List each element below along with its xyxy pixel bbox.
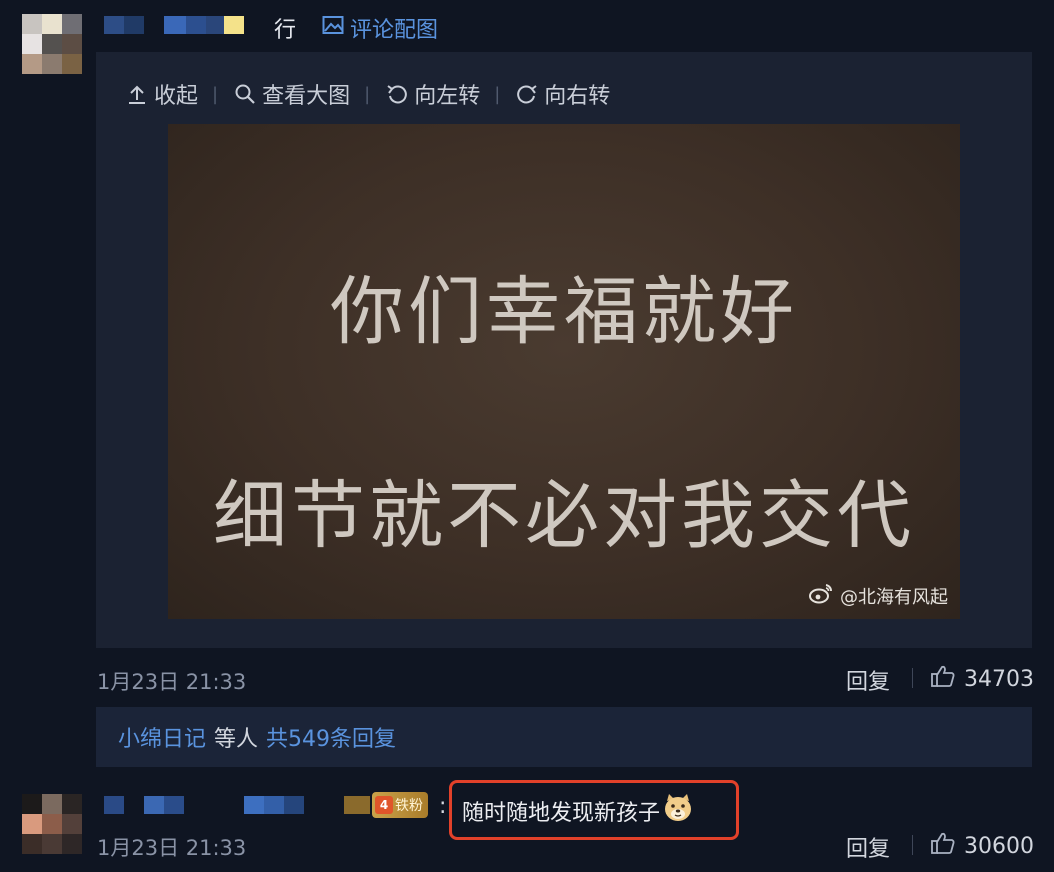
like-count: 30600	[964, 833, 1034, 859]
rotate-right-label: 向右转	[544, 84, 611, 109]
toolbar-divider: |	[212, 83, 219, 105]
fan-badge[interactable]: 4 铁粉	[372, 792, 428, 818]
fan-level-icon: 4	[375, 796, 393, 814]
rotate-left-button[interactable]: 向左转	[384, 78, 480, 110]
replies-summary[interactable]: 小绵日记 等人 共549条回复	[96, 707, 1032, 767]
toolbar-divider: |	[494, 83, 501, 105]
comment-body: 随时随地发现新孩子	[462, 801, 661, 826]
collapse-label: 收起	[154, 84, 199, 109]
reply-button[interactable]: 回复	[846, 831, 890, 863]
timestamp: 1月23日 21:33	[97, 836, 247, 860]
meme-text-line1: 你们幸福就好	[330, 269, 798, 355]
divider	[912, 668, 913, 688]
thumbs-up-icon	[930, 831, 956, 861]
view-large-button[interactable]: 查看大图	[232, 78, 350, 110]
avatar[interactable]	[22, 794, 82, 854]
like-count: 34703	[964, 666, 1034, 692]
image-link-label: 评论配图	[350, 18, 439, 43]
thumbs-up-icon	[930, 664, 956, 694]
like-button[interactable]: 30600	[930, 831, 1034, 861]
meme-text-line2: 细节就不必对我交代	[213, 473, 915, 559]
doge-emoji-icon	[662, 793, 694, 829]
avatar[interactable]	[22, 14, 82, 74]
comment-text: 随时随地发现新孩子	[462, 793, 694, 829]
timestamp: 1月23日 21:33	[97, 670, 247, 694]
like-button[interactable]: 34703	[930, 664, 1034, 694]
image-toolbar: 收起 | 查看大图 | 向左转 | 向右转	[124, 76, 610, 112]
fan-badge-label: 铁粉	[395, 798, 423, 814]
rotate-right-icon	[514, 81, 540, 107]
comment-text-tail: 行	[274, 18, 297, 43]
rotate-right-button[interactable]: 向右转	[514, 78, 610, 110]
upload-arrow-icon	[124, 81, 150, 107]
toolbar-divider: |	[364, 83, 371, 105]
watermark-text: @北海有风起	[840, 586, 948, 608]
total-replies-link[interactable]: 共549条回复	[266, 721, 396, 753]
reply-user-link[interactable]: 小绵日记	[118, 721, 206, 753]
collapse-button[interactable]: 收起	[124, 78, 198, 110]
rotate-left-label: 向左转	[414, 84, 481, 109]
comment-image[interactable]: 你们幸福就好 细节就不必对我交代 @北海有风起	[168, 124, 960, 619]
image-icon	[322, 15, 344, 41]
reply-button[interactable]: 回复	[846, 664, 890, 696]
comment-image-link[interactable]: 评论配图	[322, 12, 438, 44]
watermark: @北海有风起	[808, 582, 948, 609]
author-colon: :	[439, 794, 447, 819]
divider	[912, 835, 913, 855]
view-large-label: 查看大图	[262, 84, 351, 109]
search-icon	[232, 81, 258, 107]
weibo-logo-icon	[808, 582, 834, 609]
replies-connector: 等人	[214, 727, 259, 752]
rotate-left-icon	[384, 81, 410, 107]
